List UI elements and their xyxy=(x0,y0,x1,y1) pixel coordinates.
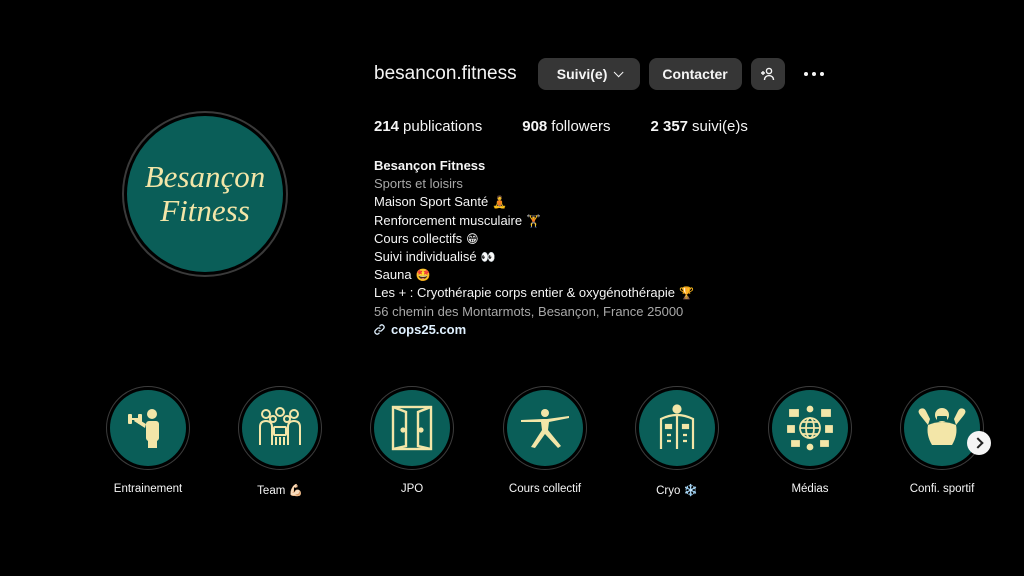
profile-avatar: Besançon Fitness xyxy=(127,116,283,272)
highlight-label: Team 💪🏻 xyxy=(257,485,303,497)
avatar-text-line1: Besançon xyxy=(144,159,266,194)
highlight-cryo[interactable]: Cryo ❄️ xyxy=(617,386,737,497)
chevron-down-icon xyxy=(614,66,624,77)
username: besancon.fitness xyxy=(374,63,517,84)
bio-link[interactable]: cops25.com xyxy=(374,321,694,339)
followers-stat[interactable]: 908 followers xyxy=(522,118,610,135)
following-button-label: Suivi(e) xyxy=(556,66,608,82)
highlight-label: Cours collectif xyxy=(508,483,582,495)
highlight-team[interactable]: Team 💪🏻 xyxy=(220,386,340,497)
highlight-label: Cryo ❄️ xyxy=(656,485,698,497)
posts-count: 214 xyxy=(374,118,400,135)
contact-button[interactable]: Contacter xyxy=(648,58,742,90)
following-count: 2 357 xyxy=(650,118,689,135)
add-user-button[interactable] xyxy=(750,58,785,90)
profile-header: besancon.fitness Suivi(e) Contacter xyxy=(374,57,824,91)
following-label: suivi(e)s xyxy=(692,118,748,135)
profile-avatar-ring[interactable]: Besançon Fitness xyxy=(122,111,288,277)
bio-line: Maison Sport Santé 🧘 xyxy=(374,194,508,210)
highlights-next-button[interactable] xyxy=(967,431,991,455)
more-dots-icon xyxy=(803,72,808,76)
chevron-right-icon xyxy=(971,437,984,449)
bio-line: Sauna 🤩 xyxy=(374,267,431,283)
highlight-label: Entrainement xyxy=(113,483,183,495)
bio-line: Suivi individualisé 👀 xyxy=(374,249,496,265)
highlight-cours-collectif[interactable]: Cours collectif xyxy=(485,386,605,495)
weightlifter-icon xyxy=(128,409,159,448)
team-group-icon xyxy=(259,407,301,445)
profile-stats: 214 publications 908 followers 2 357 sui… xyxy=(374,118,748,135)
highlight-label: JPO xyxy=(400,483,424,495)
yoga-pose-icon xyxy=(521,409,569,448)
bio-line: Renforcement musculaire 🏋 xyxy=(374,212,542,228)
media-globe-icon xyxy=(787,405,833,451)
more-options-button[interactable] xyxy=(803,58,824,90)
bio-link-text: cops25.com xyxy=(391,321,467,337)
bio-name: Besançon Fitness xyxy=(374,158,486,173)
bio-line: Cours collectifs 😁 xyxy=(374,230,479,246)
following-stat[interactable]: 2 357 suivi(e)s xyxy=(650,118,747,135)
following-button[interactable]: Suivi(e) xyxy=(537,58,640,90)
highlight-medias[interactable]: Médias xyxy=(750,386,870,495)
highlight-entrainement[interactable]: Entrainement xyxy=(88,386,208,495)
highlight-jpo[interactable]: JPO xyxy=(352,386,472,495)
followers-count: 908 xyxy=(522,118,548,135)
posts-label: publications xyxy=(403,118,483,135)
link-icon xyxy=(374,324,385,336)
avatar-text-line2: Fitness xyxy=(160,193,250,228)
profile-bio: Besançon Fitness Sports et loisirs Maiso… xyxy=(374,157,694,339)
highlight-label: Confi. sportif xyxy=(909,483,975,495)
bio-category: Sports et loisirs xyxy=(374,176,463,192)
story-highlights: Entrainement Team 💪🏻 JPO Cours collectif… xyxy=(106,386,986,506)
bio-address[interactable]: 56 chemin des Montarmots, Besançon, Fran… xyxy=(374,303,694,321)
followers-label: followers xyxy=(551,118,611,135)
bio-line: Les + : Cryothérapie corps entier & oxyg… xyxy=(374,285,694,301)
cryo-cabin-icon xyxy=(659,404,695,449)
person-plus-icon xyxy=(760,67,774,81)
bodybuilder-icon xyxy=(918,408,966,445)
highlight-label: Médias xyxy=(791,483,829,495)
posts-stat[interactable]: 214 publications xyxy=(374,118,482,135)
open-doors-icon xyxy=(391,405,433,451)
